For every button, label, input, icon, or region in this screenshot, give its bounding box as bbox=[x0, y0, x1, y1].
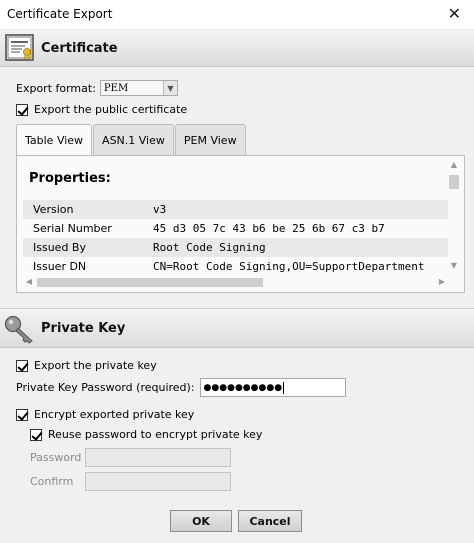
reuse-password-label: Reuse password to encrypt private key bbox=[48, 428, 263, 441]
tab-table-view[interactable]: Table View bbox=[16, 124, 93, 156]
export-public-label: Export the public certificate bbox=[34, 103, 188, 116]
export-private-row: Export the private key bbox=[16, 359, 157, 372]
property-value: Root Code Signing bbox=[153, 241, 266, 254]
property-key: Issuer DN bbox=[33, 260, 87, 272]
export-format-value: PEM bbox=[103, 82, 129, 94]
property-key: Version bbox=[33, 203, 74, 216]
export-private-label: Export the private key bbox=[34, 359, 157, 372]
confirm-label: Confirm bbox=[30, 475, 74, 488]
encrypt-private-checkbox[interactable] bbox=[16, 408, 28, 421]
export-format-label: Export format: bbox=[16, 81, 96, 95]
title-bar: Certificate Export ✕ bbox=[0, 0, 474, 29]
export-public-checkbox[interactable] bbox=[16, 103, 28, 116]
property-key: Issued By bbox=[33, 241, 86, 254]
window-title: Certificate Export bbox=[7, 7, 113, 21]
confirm-row: Confirm bbox=[30, 472, 231, 491]
export-format-row: Export format: PEM ▼ bbox=[16, 80, 178, 96]
horizontal-scrollbar[interactable]: ◀ ▶ bbox=[23, 275, 448, 289]
vertical-scroll-thumb[interactable] bbox=[449, 175, 459, 189]
password-input[interactable] bbox=[85, 448, 231, 467]
close-icon[interactable]: ✕ bbox=[448, 4, 461, 23]
confirm-input[interactable] bbox=[85, 472, 231, 491]
certificate-icon bbox=[5, 34, 34, 61]
export-format-select[interactable]: PEM ▼ bbox=[99, 80, 178, 96]
encrypt-private-row: Encrypt exported private key bbox=[16, 408, 194, 421]
vertical-scrollbar[interactable]: ▲ ▼ bbox=[447, 159, 461, 272]
ok-button[interactable]: OK bbox=[170, 510, 232, 532]
reuse-password-row: Reuse password to encrypt private key bbox=[30, 428, 262, 441]
encrypt-private-label: Encrypt exported private key bbox=[34, 408, 195, 421]
horizontal-scroll-thumb[interactable] bbox=[37, 278, 263, 287]
export-public-row: Export the public certificate bbox=[16, 103, 187, 116]
scroll-left-icon[interactable]: ◀ bbox=[23, 275, 35, 289]
properties-title: Properties: bbox=[29, 171, 111, 186]
key-icon bbox=[4, 315, 33, 344]
table-view-panel: Properties: Version v3 Serial Number 45 … bbox=[16, 155, 465, 293]
table-row[interactable]: Serial Number 45 d3 05 7c 43 b6 be 25 6b… bbox=[23, 219, 448, 238]
table-row[interactable]: Issued By Root Code Signing bbox=[23, 238, 448, 257]
tab-pem-view[interactable]: PEM View bbox=[174, 124, 246, 155]
private-key-section-header: Private Key bbox=[0, 308, 474, 348]
certificate-section-header: Certificate bbox=[0, 30, 474, 67]
scroll-down-icon[interactable]: ▼ bbox=[447, 260, 461, 272]
private-key-password-row: Private Key Password (required): ●●●●●●●… bbox=[16, 378, 346, 397]
view-tabs: Table View ASN.1 View PEM View bbox=[16, 124, 247, 156]
tab-asn1-view[interactable]: ASN.1 View bbox=[93, 124, 174, 155]
property-value: 45 d3 05 7c 43 b6 be 25 6b 67 c3 b7 bbox=[153, 222, 385, 235]
private-key-password-label: Private Key Password (required): bbox=[16, 381, 195, 394]
scroll-right-icon[interactable]: ▶ bbox=[436, 275, 448, 289]
cancel-button[interactable]: Cancel bbox=[238, 510, 302, 532]
property-key: Serial Number bbox=[33, 222, 112, 235]
password-label: Password bbox=[30, 451, 82, 464]
chevron-down-icon: ▼ bbox=[162, 81, 177, 95]
scroll-up-icon[interactable]: ▲ bbox=[447, 159, 461, 171]
text-caret bbox=[283, 381, 285, 394]
private-key-section-title: Private Key bbox=[41, 321, 126, 336]
property-value: CN=Root Code Signing,OU=SupportDepartmen… bbox=[153, 260, 425, 272]
certificate-section-title: Certificate bbox=[41, 41, 118, 56]
table-row[interactable]: Version v3 bbox=[23, 200, 448, 219]
export-private-checkbox[interactable] bbox=[16, 359, 28, 372]
properties-table: Version v3 Serial Number 45 d3 05 7c 43 … bbox=[23, 200, 448, 272]
table-row[interactable]: Issuer DN CN=Root Code Signing,OU=Suppor… bbox=[23, 257, 448, 272]
private-key-password-input[interactable]: ●●●●●●●●●● bbox=[199, 378, 346, 397]
properties-area: Properties: Version v3 Serial Number 45 … bbox=[23, 159, 448, 272]
password-row: Password bbox=[30, 448, 231, 467]
password-mask: ●●●●●●●●●● bbox=[203, 382, 283, 393]
reuse-password-checkbox[interactable] bbox=[30, 428, 42, 441]
property-value: v3 bbox=[153, 203, 167, 216]
